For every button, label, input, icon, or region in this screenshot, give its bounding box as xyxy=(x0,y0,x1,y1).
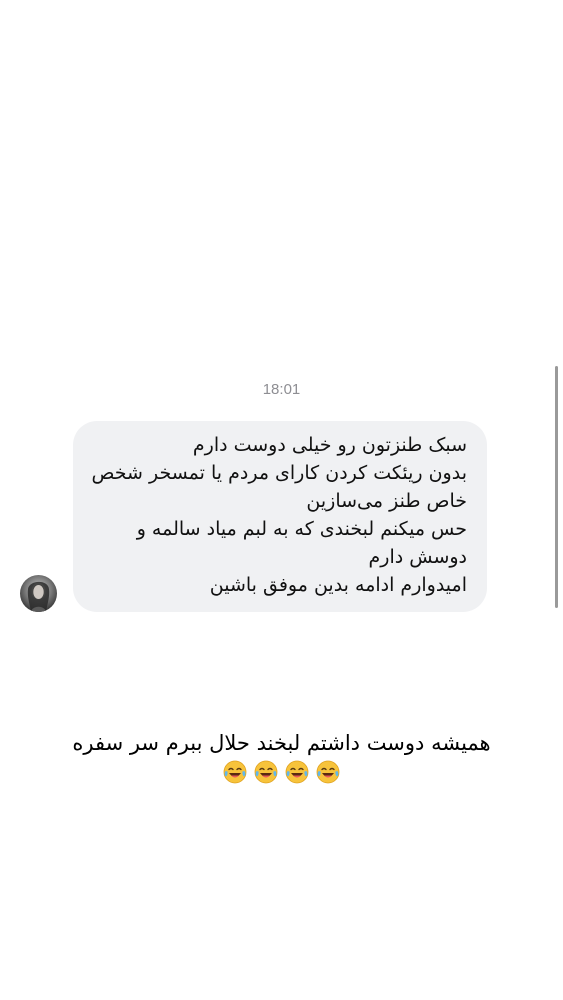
story-caption: همیشه دوست داشتم لبخند حلال ببرم سر سفره xyxy=(0,728,563,788)
caption-text: همیشه دوست داشتم لبخند حلال ببرم سر سفره xyxy=(72,731,491,755)
message-line: حس میکنم لبخندی که به لبم میاد سالمه و xyxy=(136,518,467,540)
caption-emoji-row xyxy=(0,758,563,788)
message-line: سبک طنزتون رو خیلی دوست دارم xyxy=(192,434,467,456)
message-line: بدون ریئکت کردن کارای مردم یا تمسخر شخص xyxy=(91,462,467,484)
top-blank-area xyxy=(0,0,563,362)
message-line: امیدوارم ادامه بدین موفق باشین xyxy=(209,574,467,596)
message-line: دوسش دارم xyxy=(368,546,468,568)
tears-of-joy-emoji-icon xyxy=(316,760,340,784)
scrollbar[interactable] xyxy=(555,366,558,608)
message-timestamp: 18:01 xyxy=(262,381,301,398)
story-page: 18:01 سبک طنزتون رو خیلی دوست دارم بدون … xyxy=(0,0,563,1000)
profile-photo-avatar-icon xyxy=(27,581,50,612)
sender-avatar[interactable] xyxy=(20,575,57,612)
message-line: خاص طنز می‌سازین xyxy=(306,490,467,512)
tears-of-joy-emoji-icon xyxy=(254,760,278,784)
tears-of-joy-emoji-icon xyxy=(285,760,309,784)
message-bubble[interactable]: سبک طنزتون رو خیلی دوست دارم بدون ریئکت … xyxy=(73,421,487,612)
tears-of-joy-emoji-icon xyxy=(223,760,247,784)
